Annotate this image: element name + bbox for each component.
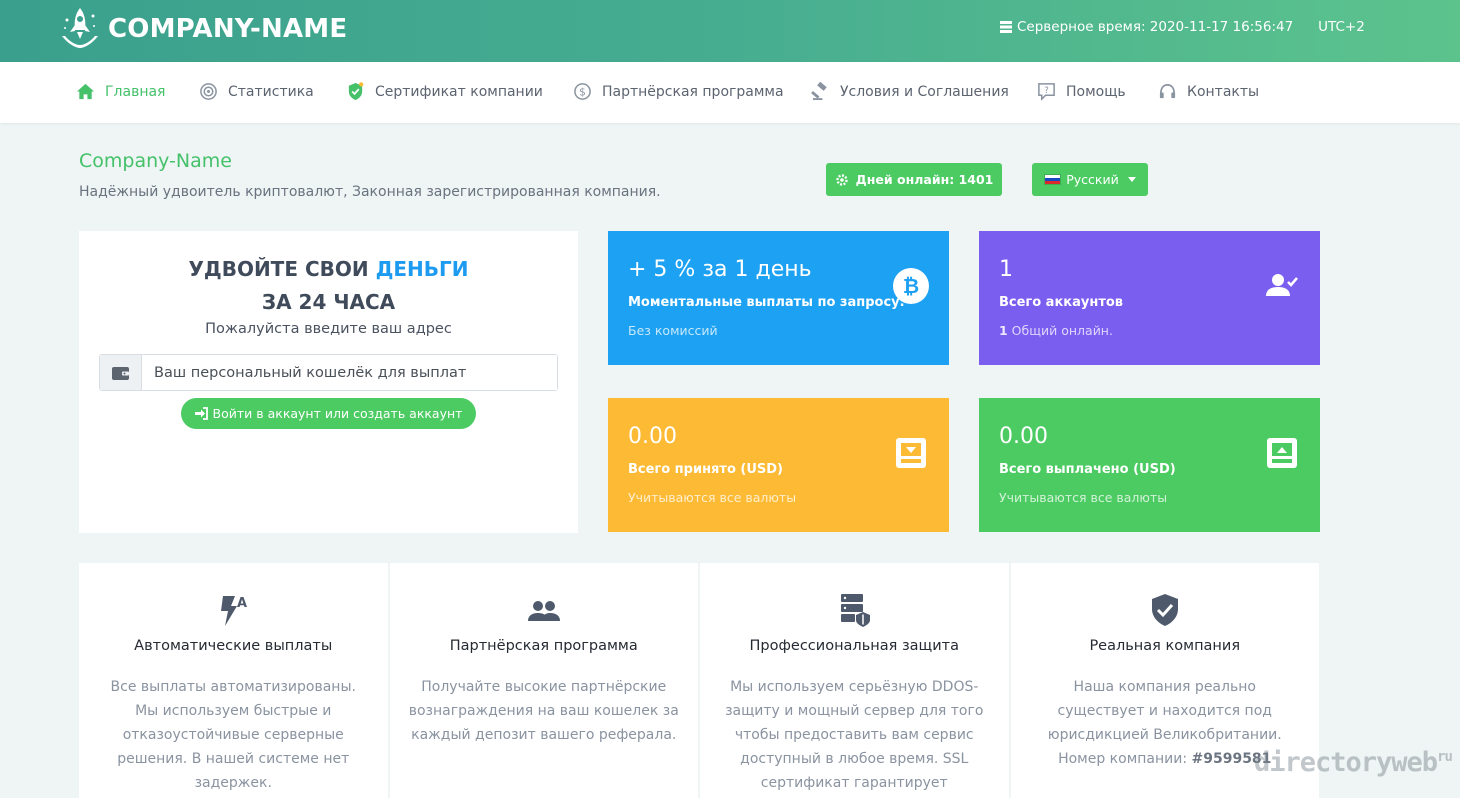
russia-flag-icon bbox=[1044, 174, 1062, 185]
nav-item-statistics[interactable]: Статистика bbox=[199, 82, 314, 101]
stat-note: Без комиссий bbox=[628, 323, 718, 338]
heading-text: УДВОЙТЕ СВОИ bbox=[188, 257, 376, 281]
features-section: A Автоматические выплаты Все выплаты авт… bbox=[79, 563, 1319, 798]
svg-text:A: A bbox=[237, 596, 247, 611]
page-subtitle: Надёжный удвоитель криптовалют, Законная… bbox=[79, 184, 661, 200]
heading-highlight: ДЕНЬГИ bbox=[375, 257, 469, 281]
top-header: COMPANY-NAME Серверное время: 2020-11-17… bbox=[0, 0, 1460, 62]
nav-item-contacts[interactable]: Контакты bbox=[1158, 82, 1259, 101]
gavel-icon bbox=[811, 82, 827, 101]
users-icon bbox=[527, 601, 560, 621]
inbox-upload-icon bbox=[1267, 438, 1297, 468]
wallet-addon bbox=[100, 355, 142, 390]
feature-title: Профессиональная защита bbox=[749, 638, 959, 654]
chevron-down-icon bbox=[1127, 177, 1136, 182]
nav-item-terms[interactable]: Условия и Соглашения bbox=[811, 82, 1009, 101]
double-money-card: УДВОЙТЕ СВОИ ДЕНЬГИ ЗА 24 ЧАСА Пожалуйст… bbox=[79, 231, 578, 533]
stat-value: 1 bbox=[999, 257, 1013, 282]
auto-flash-icon: A bbox=[221, 596, 247, 626]
target-icon bbox=[200, 83, 217, 100]
card-heading: УДВОЙТЕ СВОИ ДЕНЬГИ bbox=[79, 257, 578, 281]
feature-title: Автоматические выплаты bbox=[134, 638, 333, 654]
nav-label-terms: Условия и Соглашения bbox=[840, 83, 1009, 100]
gear-icon bbox=[835, 173, 848, 186]
stat-label: Всего принято (USD) bbox=[628, 462, 783, 477]
nav-label-contacts: Контакты bbox=[1187, 83, 1260, 100]
nav-item-certificate[interactable]: Сертификат компании bbox=[346, 82, 543, 101]
feature-title: Партнёрская программа bbox=[449, 638, 638, 654]
stat-card-accounts: 1 Всего аккаунтов 1 Общий онлайн. bbox=[979, 231, 1320, 365]
feature-title: Реальная компания bbox=[1089, 638, 1241, 654]
feature-auto-payouts: A Автоматические выплаты Все выплаты авт… bbox=[79, 563, 388, 798]
page-title: Company-Name bbox=[79, 150, 232, 172]
home-icon bbox=[76, 83, 95, 100]
stat-value: 0.00 bbox=[628, 424, 677, 449]
svg-text:₿: ₿ bbox=[903, 274, 919, 298]
help-bubble-icon: ? bbox=[1038, 83, 1055, 101]
stat-note: Учитываются все валюты bbox=[999, 490, 1168, 505]
days-online-label: Дней онлайн: 1401 bbox=[855, 172, 994, 187]
online-count: 1 bbox=[999, 323, 1008, 338]
headphones-icon bbox=[1159, 83, 1176, 99]
inbox-download-icon bbox=[896, 438, 926, 468]
nav-label-statistics: Статистика bbox=[228, 83, 314, 100]
stat-card-paid: 0.00 Всего выплачено (USD) Учитываются в… bbox=[979, 398, 1320, 532]
days-online-button[interactable]: Дней онлайн: 1401 bbox=[826, 163, 1002, 196]
wallet-address-input[interactable] bbox=[142, 355, 557, 390]
shield-check-icon bbox=[348, 82, 364, 101]
wallet-icon bbox=[112, 366, 129, 380]
feature-text: Мы используем серьёзную DDOS-защиту и мо… bbox=[725, 679, 984, 791]
shield-check-icon bbox=[1151, 594, 1178, 626]
watermark-sup: ru bbox=[1437, 749, 1453, 765]
nav-item-partner[interactable]: $ Партнёрская программа bbox=[573, 82, 784, 101]
nav-label-certificate: Сертификат компании bbox=[375, 83, 543, 100]
svg-text:$: $ bbox=[579, 86, 586, 98]
bitcoin-icon: ₿ bbox=[893, 268, 929, 304]
server-icon bbox=[1000, 21, 1012, 33]
nav-item-home[interactable]: Главная bbox=[76, 82, 165, 101]
feature-text: Все выплаты автоматизированы. Мы использ… bbox=[110, 679, 356, 791]
stat-label: Всего выплачено (USD) bbox=[999, 462, 1176, 477]
online-label: Общий онлайн. bbox=[1007, 323, 1113, 338]
nav-item-help[interactable]: ? Помощь bbox=[1037, 82, 1126, 101]
logo[interactable]: COMPANY-NAME bbox=[58, 6, 347, 52]
server-time: Серверное время: 2020-11-17 16:56:47 UTC… bbox=[1000, 19, 1365, 35]
card-heading-line2: ЗА 24 ЧАСА bbox=[261, 290, 396, 314]
rocket-logo-icon bbox=[62, 8, 98, 48]
feature-text: Получайте высокие партнёрские вознагражд… bbox=[408, 679, 679, 743]
login-button-label: Войти в аккаунт или создать аккаунт bbox=[212, 406, 463, 421]
login-button[interactable]: Войти в аккаунт или создать аккаунт bbox=[181, 398, 476, 429]
stat-card-profit: + 5 % за 1 день Моментальные выплаты по … bbox=[608, 231, 949, 365]
stat-label: Моментальные выплаты по запросу. bbox=[628, 295, 905, 310]
stat-note: 1 Общий онлайн. bbox=[999, 323, 1113, 338]
wallet-input-group bbox=[99, 354, 558, 391]
logo-text: COMPANY-NAME bbox=[108, 14, 348, 44]
language-label: Русский bbox=[1066, 172, 1119, 187]
card-prompt: Пожалуйста введите ваш адрес bbox=[205, 321, 452, 337]
feature-partner-program: Партнёрская программа Получайте высокие … bbox=[389, 563, 698, 798]
timezone-label: UTC+2 bbox=[1318, 19, 1365, 35]
server-shield-icon bbox=[841, 594, 871, 627]
user-check-icon bbox=[1266, 274, 1298, 296]
language-dropdown[interactable]: Русский bbox=[1032, 163, 1148, 196]
stat-label: Всего аккаунтов bbox=[999, 295, 1124, 310]
stat-note: Учитываются все валюты bbox=[628, 490, 797, 505]
watermark: directorywebru bbox=[1254, 747, 1453, 778]
sign-in-icon bbox=[194, 407, 208, 420]
svg-text:?: ? bbox=[1044, 86, 1049, 96]
dollar-circle-icon: $ bbox=[574, 83, 591, 100]
stat-value: 0.00 bbox=[999, 424, 1048, 449]
feature-protection: Профессиональная защита Мы используем се… bbox=[700, 563, 1009, 798]
main-nav: Главная Статистика Сертификат компании $… bbox=[0, 62, 1460, 123]
nav-label-home: Главная bbox=[105, 83, 166, 100]
nav-label-partner: Партнёрская программа bbox=[602, 83, 784, 100]
server-time-label: Серверное время: 2020-11-17 16:56:47 bbox=[1017, 19, 1294, 35]
stat-value: + 5 % за 1 день bbox=[628, 257, 812, 282]
stat-card-received: 0.00 Всего принято (USD) Учитываются все… bbox=[608, 398, 949, 532]
watermark-text: directoryweb bbox=[1254, 747, 1438, 778]
nav-label-help: Помощь bbox=[1066, 83, 1126, 100]
